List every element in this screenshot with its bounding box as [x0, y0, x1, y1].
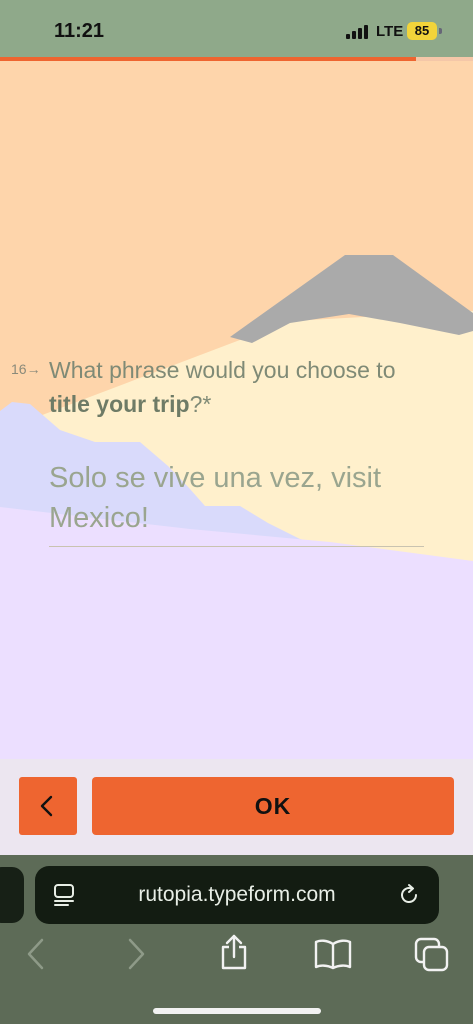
- bookmarks-icon[interactable]: [313, 937, 353, 971]
- home-indicator: [153, 1008, 321, 1014]
- previous-tab-edge[interactable]: [0, 867, 24, 923]
- ok-button[interactable]: OK: [92, 777, 454, 835]
- browser-chrome: rutopia.typeform.com: [0, 855, 473, 1024]
- question-number: 16→: [11, 361, 41, 377]
- question-text: What phrase would you choose to title yo…: [49, 357, 396, 417]
- previous-question-button[interactable]: [19, 777, 77, 835]
- forward-arrow-icon[interactable]: [124, 937, 150, 971]
- back-arrow-icon[interactable]: [22, 937, 48, 971]
- share-icon[interactable]: [217, 933, 251, 971]
- status-time: 11:21: [54, 20, 105, 42]
- battery-icon: 85: [407, 22, 437, 40]
- status-bar: 11:21 LTE 85: [0, 0, 473, 57]
- tabs-icon[interactable]: [414, 937, 450, 973]
- network-type: LTE: [376, 23, 404, 40]
- url-text[interactable]: rutopia.typeform.com: [35, 883, 439, 907]
- reload-icon[interactable]: [397, 883, 421, 907]
- signal-icon: [346, 25, 368, 39]
- battery-tip: [439, 28, 442, 34]
- form-navigation: OK: [0, 759, 473, 855]
- address-bar[interactable]: rutopia.typeform.com: [35, 866, 439, 924]
- form-area: 16→ What phrase would you choose to titl…: [0, 61, 473, 759]
- answer-input[interactable]: Solo se vive una vez, visit Mexico!: [49, 458, 424, 538]
- chevron-left-icon: [40, 795, 53, 817]
- answer-underline: [49, 546, 424, 547]
- question-emphasis: title your trip: [49, 391, 190, 417]
